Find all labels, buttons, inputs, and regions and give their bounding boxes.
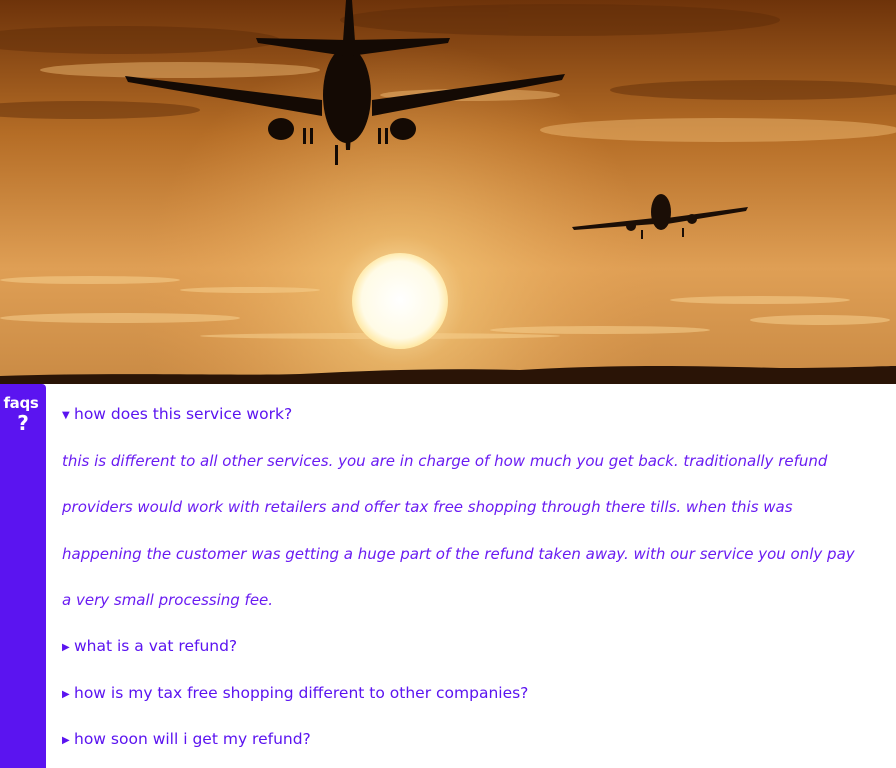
faq-question-text: how soon will i get my refund? xyxy=(74,730,311,748)
sun-icon xyxy=(352,253,448,349)
faq-question-text: what is a vat refund? xyxy=(74,637,238,655)
faq-question-text: how does this service work? xyxy=(74,405,293,423)
faq-answer-line: a very small processing fee. xyxy=(62,591,274,609)
faq-answer-line: this is different to all other services.… xyxy=(62,452,828,470)
expanded-triangle-icon: ▼ xyxy=(62,410,70,421)
faq-answer-line: happening the customer was getting a hug… xyxy=(62,545,855,563)
faq-question-text: how is my tax free shopping different to… xyxy=(74,684,529,702)
faq-question-1[interactable]: ▼ how does this service work? xyxy=(62,405,292,423)
faq-question-2[interactable]: ▶ what is a vat refund? xyxy=(62,637,237,655)
sunset-airplanes-illustration xyxy=(0,0,896,384)
faq-answer-line: providers would work with retailers and … xyxy=(62,498,793,516)
sidebar-label: faqs xyxy=(3,394,39,412)
faq-question-4[interactable]: ▶ how soon will i get my refund? xyxy=(62,730,311,748)
collapsed-triangle-icon: ▶ xyxy=(62,735,70,746)
faq-sidebar-tab: faqs ? xyxy=(0,384,46,768)
faq-question-3[interactable]: ▶ how is my tax free shopping different t… xyxy=(62,684,528,702)
hero-image xyxy=(0,0,896,384)
question-mark-icon: ? xyxy=(17,411,29,435)
collapsed-triangle-icon: ▶ xyxy=(62,642,70,653)
collapsed-triangle-icon: ▶ xyxy=(62,689,70,700)
